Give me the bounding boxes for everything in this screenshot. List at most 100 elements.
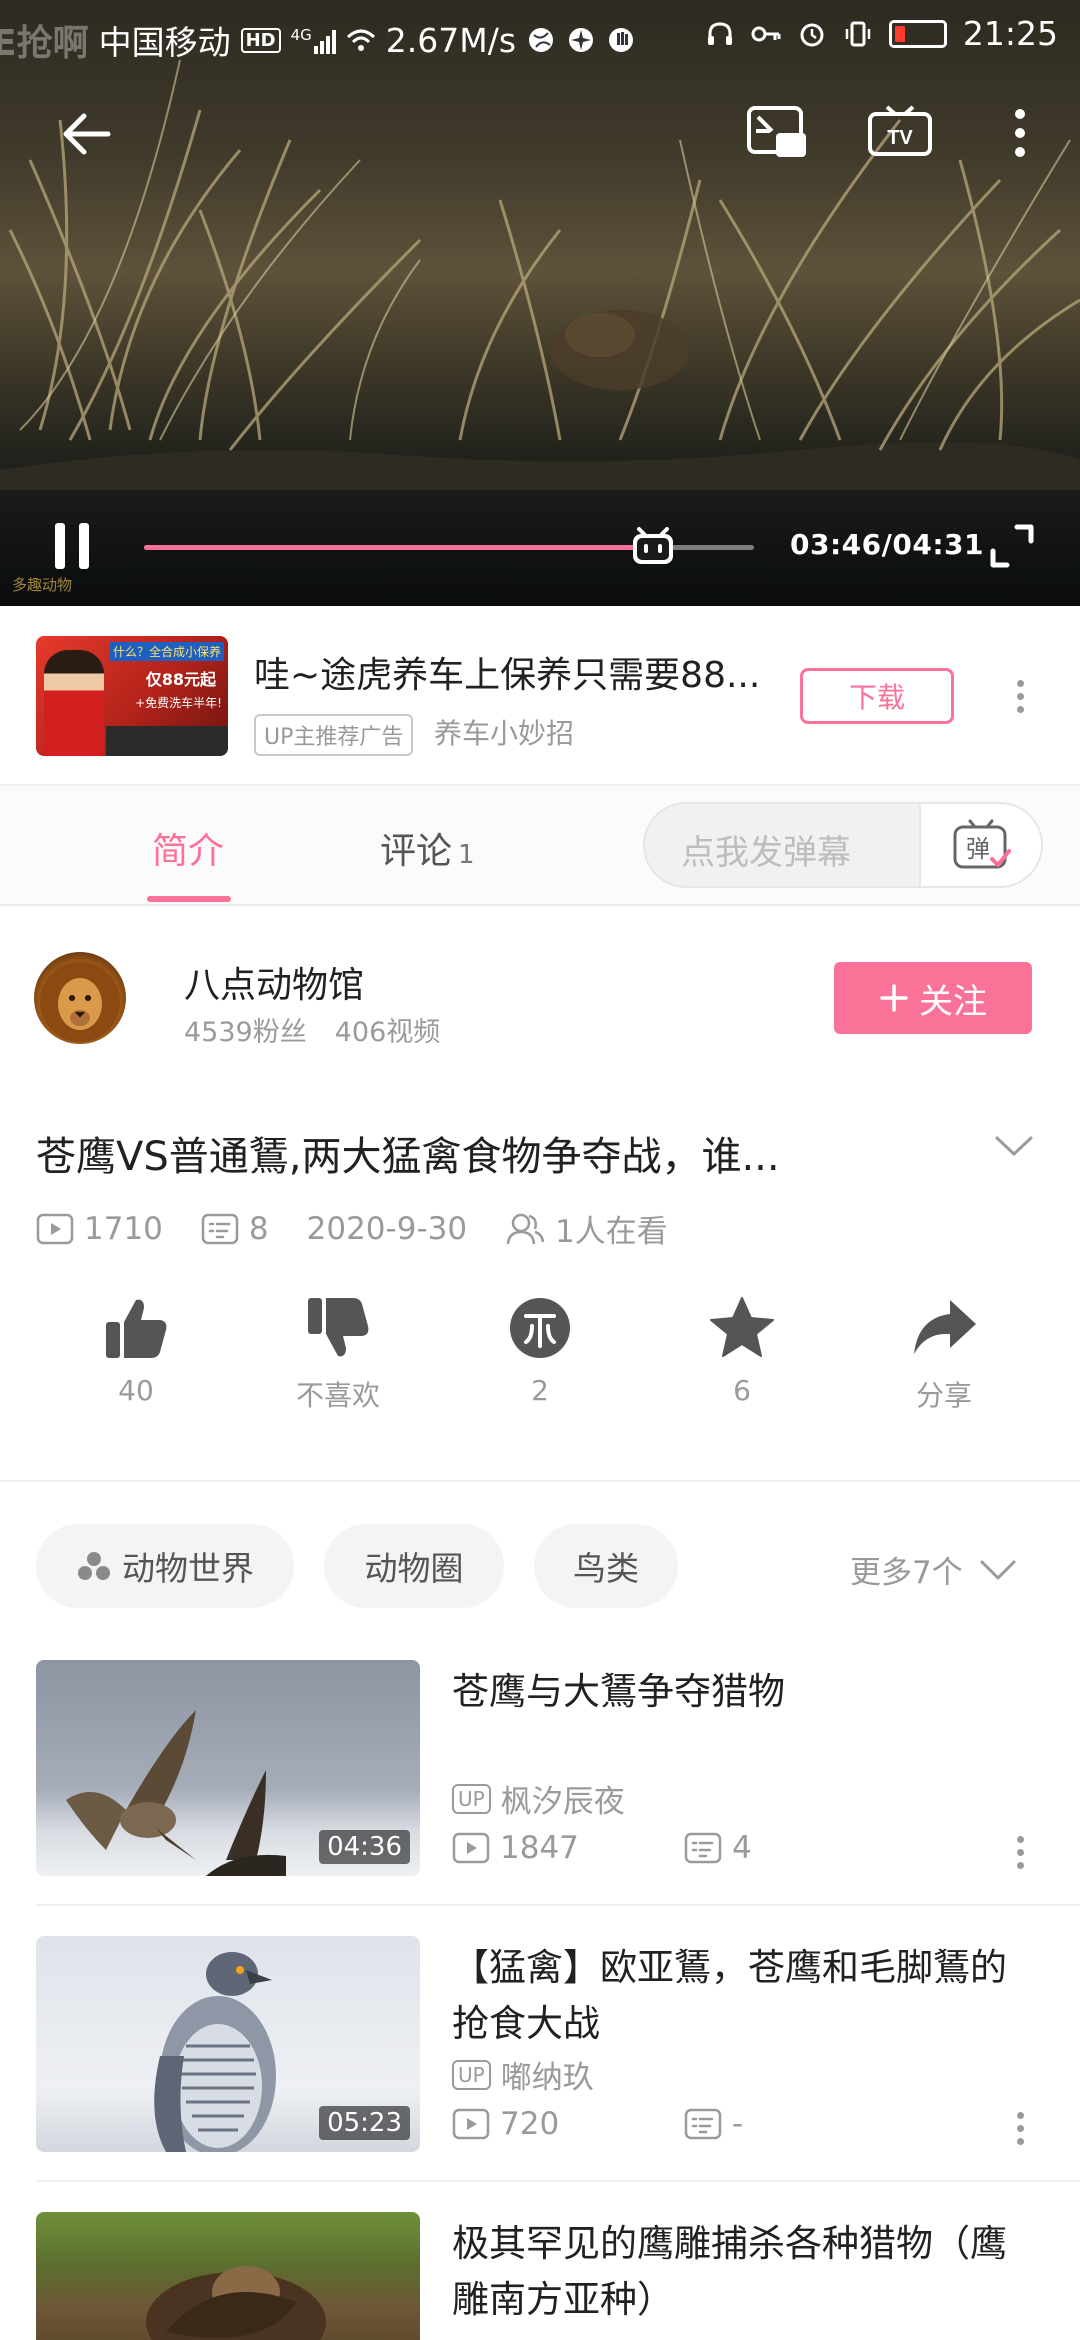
watching-people-icon <box>506 1213 545 1244</box>
follow-label: 关注 <box>919 981 987 1022</box>
related-video-item[interactable]: 04:36 苍鹰与大鵟争夺猎物 UP 枫汐辰夜 1847 4 <box>0 1660 1080 1936</box>
related-video-item[interactable]: 极其罕见的鹰雕捕杀各种猎物（鹰雕南方亚种） <box>0 2212 1080 2340</box>
video-watermark: 多趣动物 <box>12 576 73 594</box>
thumbs-up-icon <box>106 1299 167 1358</box>
playback-time: 03:46/04:31 <box>790 528 984 561</box>
action-bar: 40 不喜欢 2 6 分享 <box>0 1296 1080 1426</box>
share-button[interactable]: 分享 <box>874 1296 1014 1414</box>
video-title[interactable]: 苍鹰VS普通鵟,两大猛禽食物争夺战，谁... <box>36 1124 780 1182</box>
tag-label: 动物圈 <box>364 1549 464 1588</box>
app-icon <box>569 28 594 52</box>
play-count-icon <box>452 2108 490 2140</box>
signal-icon: 4G <box>291 26 336 54</box>
danmaku-count: 8 <box>248 1210 269 1247</box>
danmaku-toggle-button[interactable]: 弹 <box>919 804 1041 886</box>
related-title[interactable]: 极其罕见的鹰雕捕杀各种猎物（鹰雕南方亚种） <box>452 2216 1042 2328</box>
related-danmaku: - <box>732 2106 744 2142</box>
status-bar: E抢啊 中国移动 HD 4G 2.67M/s 21:25 <box>0 0 1080 72</box>
related-views: 720 <box>500 2106 560 2142</box>
related-video-item[interactable]: 05:23 【猛禽】欧亚鵟，苍鹰和毛脚鵟的抢食大战 UP 嘟纳玖 720 - <box>0 1936 1080 2212</box>
related-more-icon[interactable] <box>1015 2112 1025 2145</box>
danmaku-icon: 弹 <box>953 819 1011 869</box>
danmaku-input[interactable]: 点我发弹幕 弹 <box>643 802 1043 888</box>
list-divider <box>36 1904 1080 1906</box>
more-vertical-icon <box>1015 109 1025 157</box>
dislike-button[interactable]: 不喜欢 <box>268 1296 408 1414</box>
related-uploader-name: 枫汐辰夜 <box>500 1784 625 1820</box>
coin-button[interactable]: 2 <box>470 1296 610 1407</box>
like-count: 40 <box>118 1374 154 1407</box>
video-duration: 04:36 <box>319 1830 410 1864</box>
tab-intro[interactable]: 简介 <box>152 822 224 874</box>
publish-date: 2020-9-30 <box>306 1210 468 1247</box>
danmaku-count-icon <box>201 1213 239 1244</box>
related-stats: 1847 4 <box>452 1830 916 1866</box>
svg-text:TV: TV <box>887 127 913 149</box>
related-views: 1847 <box>500 1830 579 1866</box>
related-stats: 720 - <box>452 2106 916 2142</box>
related-title[interactable]: 【猛禽】欧亚鵟，苍鹰和毛脚鵟的抢食大战 <box>452 1940 1042 2052</box>
picture-in-picture-button[interactable] <box>742 100 812 166</box>
clock: 21:25 <box>962 14 1058 53</box>
pip-icon <box>747 106 806 157</box>
more-options-button[interactable] <box>1000 100 1040 166</box>
fans-count: 4539粉丝 <box>184 1017 307 1048</box>
tag-animal-circle[interactable]: 动物圈 <box>324 1524 504 1608</box>
ad-thumbnail[interactable]: 什么？全合成小保养 仅88元起 +免费洗车半年! <box>36 636 228 756</box>
progress-thumb-icon[interactable] <box>629 523 677 569</box>
ad-banner[interactable]: 什么？全合成小保养 仅88元起 +免费洗车半年! 哇~途虎养车上保养只需要88.… <box>0 606 1080 784</box>
list-divider <box>36 2180 1080 2182</box>
download-button[interactable]: 下载 <box>800 668 954 724</box>
play-count-icon <box>452 1832 490 1864</box>
coin-count: 2 <box>531 1374 549 1407</box>
related-uploader: UP 枫汐辰夜 <box>452 1776 625 1821</box>
tag-animal-world[interactable]: 动物世界 <box>36 1524 294 1608</box>
video-count: 406视频 <box>334 1017 441 1048</box>
like-button[interactable]: 40 <box>66 1296 206 1407</box>
star-icon <box>710 1297 774 1357</box>
tab-indicator <box>147 896 231 902</box>
pause-button[interactable] <box>42 516 102 576</box>
expand-chevron-icon[interactable] <box>994 1134 1034 1162</box>
alarm-icon <box>800 23 824 46</box>
play-count-icon <box>36 1213 74 1244</box>
related-title[interactable]: 苍鹰与大鵟争夺猎物 <box>452 1664 1042 1720</box>
danmaku-count-icon <box>684 2108 722 2140</box>
eagle-image <box>146 2266 326 2340</box>
back-button[interactable] <box>50 104 120 164</box>
avatar[interactable] <box>34 952 126 1044</box>
view-count: 1710 <box>84 1210 163 1247</box>
ad-label-badge: UP主推荐广告 <box>254 714 414 756</box>
ad-thumb-promo: +免费洗车半年! <box>135 696 222 710</box>
uploader-stats: 4539粉丝 406视频 <box>184 1010 468 1049</box>
chevron-down-icon <box>980 1560 1016 1579</box>
uploader-name[interactable]: 八点动物馆 <box>184 956 364 1008</box>
tag-birds[interactable]: 鸟类 <box>534 1524 678 1608</box>
share-label: 分享 <box>915 1379 972 1412</box>
related-thumbnail[interactable] <box>36 2212 420 2340</box>
hd-icon: HD <box>240 27 281 53</box>
favorite-button[interactable]: 6 <box>672 1296 812 1407</box>
video-player[interactable]: E抢啊 中国移动 HD 4G 2.67M/s 21:25 TV 03:46/04… <box>0 0 1080 606</box>
progress-bar[interactable] <box>144 527 754 564</box>
ad-more-icon[interactable] <box>1015 680 1025 713</box>
up-badge: UP <box>452 1783 491 1814</box>
danmaku-count-icon <box>684 1832 722 1864</box>
related-more-icon[interactable] <box>1015 1836 1025 1869</box>
related-thumbnail[interactable]: 04:36 <box>36 1660 420 1876</box>
ad-source: 养车小妙招 <box>434 717 575 750</box>
more-tags-button[interactable]: 更多7个 <box>850 1547 1017 1592</box>
follow-button[interactable]: 关注 <box>834 962 1032 1034</box>
related-thumbnail[interactable]: 05:23 <box>36 1936 420 2152</box>
wifi-icon <box>346 29 375 51</box>
plus-icon <box>880 984 908 1012</box>
up-badge: UP <box>452 2059 491 2090</box>
ad-thumb-headline: 什么？全合成小保养 <box>109 642 224 661</box>
headphones-icon <box>707 21 732 45</box>
tab-comments[interactable]: 评论 1 <box>380 822 475 874</box>
dislike-label: 不喜欢 <box>295 1379 380 1412</box>
ad-title[interactable]: 哇~途虎养车上保养只需要88... <box>254 646 760 698</box>
pause-icon <box>55 523 89 569</box>
cast-to-tv-button[interactable]: TV <box>864 100 936 166</box>
fullscreen-button[interactable] <box>984 518 1040 574</box>
